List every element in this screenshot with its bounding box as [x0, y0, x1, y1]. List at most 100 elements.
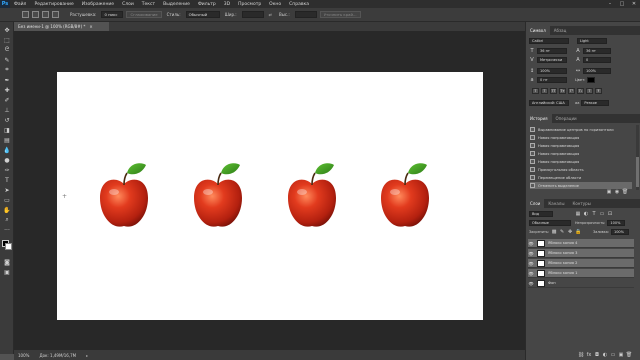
marquee-tool-icon[interactable]: ⬚	[3, 36, 11, 44]
brush-tool-icon[interactable]: ✐	[3, 96, 11, 104]
layer-filter-select[interactable]: Вид	[529, 211, 553, 217]
style-select[interactable]: Обычный	[185, 11, 220, 18]
text-color-swatch[interactable]	[587, 77, 596, 83]
layer-row[interactable]: 👁 Яблоко копия 4	[528, 239, 634, 248]
history-state[interactable]: Перемещение области	[530, 174, 632, 181]
document-tab[interactable]: Без имени-1 @ 100% (RGB/8#) * ×	[14, 22, 109, 31]
visibility-eye-icon[interactable]: 👁	[528, 261, 534, 266]
quick-mask-icon[interactable]: ◙	[3, 258, 11, 266]
status-arrow-icon[interactable]: ▸	[86, 353, 88, 358]
opacity-input[interactable]: 100%	[607, 220, 626, 226]
layer-name[interactable]: Яблоко копия 1	[548, 271, 577, 275]
link-layers-icon[interactable]: ⛓	[578, 352, 584, 358]
eyedropper-tool-icon[interactable]: ✒	[3, 76, 11, 84]
layer-row[interactable]: 👁 Яблоко копия 1	[528, 269, 634, 278]
eraser-tool-icon[interactable]: ◨	[3, 126, 11, 134]
font-style-select[interactable]: Light	[577, 38, 607, 44]
feather-input[interactable]: 0 пикс	[101, 11, 124, 18]
history-state[interactable]: Прямоугольная область	[530, 166, 632, 173]
layer-name[interactable]: Яблоко копия 4	[548, 241, 577, 245]
history-state[interactable]: Новая направляющая	[530, 142, 632, 149]
tab-paths[interactable]: Контуры	[568, 199, 594, 208]
menu-item[interactable]: Файл	[10, 2, 30, 7]
history-state[interactable]: Выравнивание центров по горизонтали	[530, 126, 632, 133]
lock-position-icon[interactable]: ✥	[567, 229, 573, 235]
type-style-button[interactable]: T	[586, 88, 593, 94]
layer-name[interactable]: Яблоко копия 2	[548, 261, 577, 265]
quick-select-tool-icon[interactable]: ✎	[3, 56, 11, 64]
horizontal-scale-input[interactable]: 100%	[583, 68, 611, 74]
type-style-button[interactable]: T	[532, 88, 539, 94]
filter-adjust-icon[interactable]: ◐	[583, 211, 589, 217]
dodge-tool-icon[interactable]: ●	[3, 156, 11, 164]
zoom-tool-icon[interactable]: ⌕	[3, 216, 11, 224]
fill-input[interactable]: 100%	[610, 229, 629, 235]
tab-paragraph[interactable]: Абзац	[550, 26, 571, 35]
tab-actions[interactable]: Операции	[552, 114, 581, 123]
type-style-button[interactable]: T₁	[577, 88, 584, 94]
tab-character[interactable]: Символ	[526, 26, 550, 35]
zoom-level[interactable]: 100%	[18, 353, 29, 358]
filter-type-icon[interactable]: T	[591, 211, 597, 217]
type-style-button[interactable]: T	[541, 88, 548, 94]
tracking-input[interactable]: 0	[583, 57, 611, 63]
menu-item[interactable]: Окно	[265, 2, 285, 7]
history-state[interactable]: Отменить выделение	[530, 182, 632, 189]
visibility-eye-icon[interactable]: 👁	[528, 251, 534, 256]
screen-mode-icon[interactable]: ▣	[3, 268, 11, 276]
type-style-button[interactable]: Ŧ	[595, 88, 602, 94]
menu-item[interactable]: Фильтр	[194, 2, 220, 7]
history-state[interactable]: Новая направляющая	[530, 150, 632, 157]
layer-name[interactable]: Фон	[548, 281, 556, 285]
lasso-tool-icon[interactable]: ᘓ	[3, 46, 11, 54]
close-tab-icon[interactable]: ×	[89, 24, 92, 29]
new-selection-icon[interactable]	[22, 11, 29, 18]
leading-input[interactable]: 36 пт	[583, 48, 611, 54]
hand-tool-icon[interactable]: ✋	[3, 206, 11, 214]
photoshop-logo[interactable]: Ps	[0, 0, 10, 8]
swap-icon[interactable]: ⇄	[267, 12, 274, 17]
kerning-select[interactable]: Метрически	[537, 57, 567, 63]
history-scroll-thumb[interactable]	[636, 157, 639, 187]
filter-smart-icon[interactable]: ⊡	[607, 211, 613, 217]
intersect-selection-icon[interactable]	[52, 11, 59, 18]
antialias-select[interactable]: Резкое	[581, 100, 610, 106]
pen-tool-icon[interactable]: ✑	[3, 166, 11, 174]
menu-item[interactable]: Изображение	[78, 2, 118, 7]
visibility-eye-icon[interactable]: 👁	[528, 281, 534, 286]
delete-state-icon[interactable]: 🗑	[622, 189, 628, 195]
document-canvas[interactable]: +	[57, 72, 483, 320]
subtract-selection-icon[interactable]	[42, 11, 49, 18]
tab-channels[interactable]: Каналы	[544, 199, 568, 208]
lock-image-icon[interactable]: ✎	[559, 229, 565, 235]
layer-name[interactable]: Яблоко копия 3	[548, 251, 577, 255]
menu-item[interactable]: Справка	[285, 2, 313, 7]
width-input[interactable]	[241, 11, 264, 18]
more-tools-icon[interactable]: ···	[3, 226, 11, 234]
menu-item[interactable]: Текст	[138, 2, 159, 7]
gradient-tool-icon[interactable]: ▤	[3, 136, 11, 144]
type-style-button[interactable]: Tт	[559, 88, 566, 94]
tab-history[interactable]: История	[526, 114, 552, 123]
add-selection-icon[interactable]	[32, 11, 39, 18]
move-tool-icon[interactable]: ✥	[3, 26, 11, 34]
new-group-icon[interactable]: ▭	[610, 352, 616, 358]
layer-mask-icon[interactable]: ◘	[594, 352, 600, 358]
lock-all-icon[interactable]: 🔒	[575, 229, 581, 235]
menu-item[interactable]: Слои	[118, 2, 138, 7]
background-color-swatch[interactable]	[5, 243, 12, 250]
layer-row[interactable]: 👁 Фон	[528, 279, 634, 288]
history-state[interactable]: Новая направляющая	[530, 134, 632, 141]
baseline-shift-input[interactable]: 0 пт	[537, 77, 567, 83]
menu-item[interactable]: Выделение	[159, 2, 194, 7]
layer-style-icon[interactable]: fx	[586, 352, 592, 358]
menu-item[interactable]: Редактирование	[30, 2, 77, 7]
menu-item[interactable]: Просмотр	[234, 2, 265, 7]
adjustment-layer-icon[interactable]: ◐	[602, 352, 608, 358]
history-scrollbar[interactable]	[636, 125, 639, 190]
refine-edge-button[interactable]: Уточнить край...	[319, 11, 361, 18]
lock-transparent-icon[interactable]: ▩	[551, 229, 557, 235]
smooth-checkbox[interactable]: Сглаживание	[126, 11, 162, 18]
font-family-select[interactable]: Calibri	[529, 38, 569, 44]
snapshot-icon[interactable]: ◉	[614, 189, 620, 195]
